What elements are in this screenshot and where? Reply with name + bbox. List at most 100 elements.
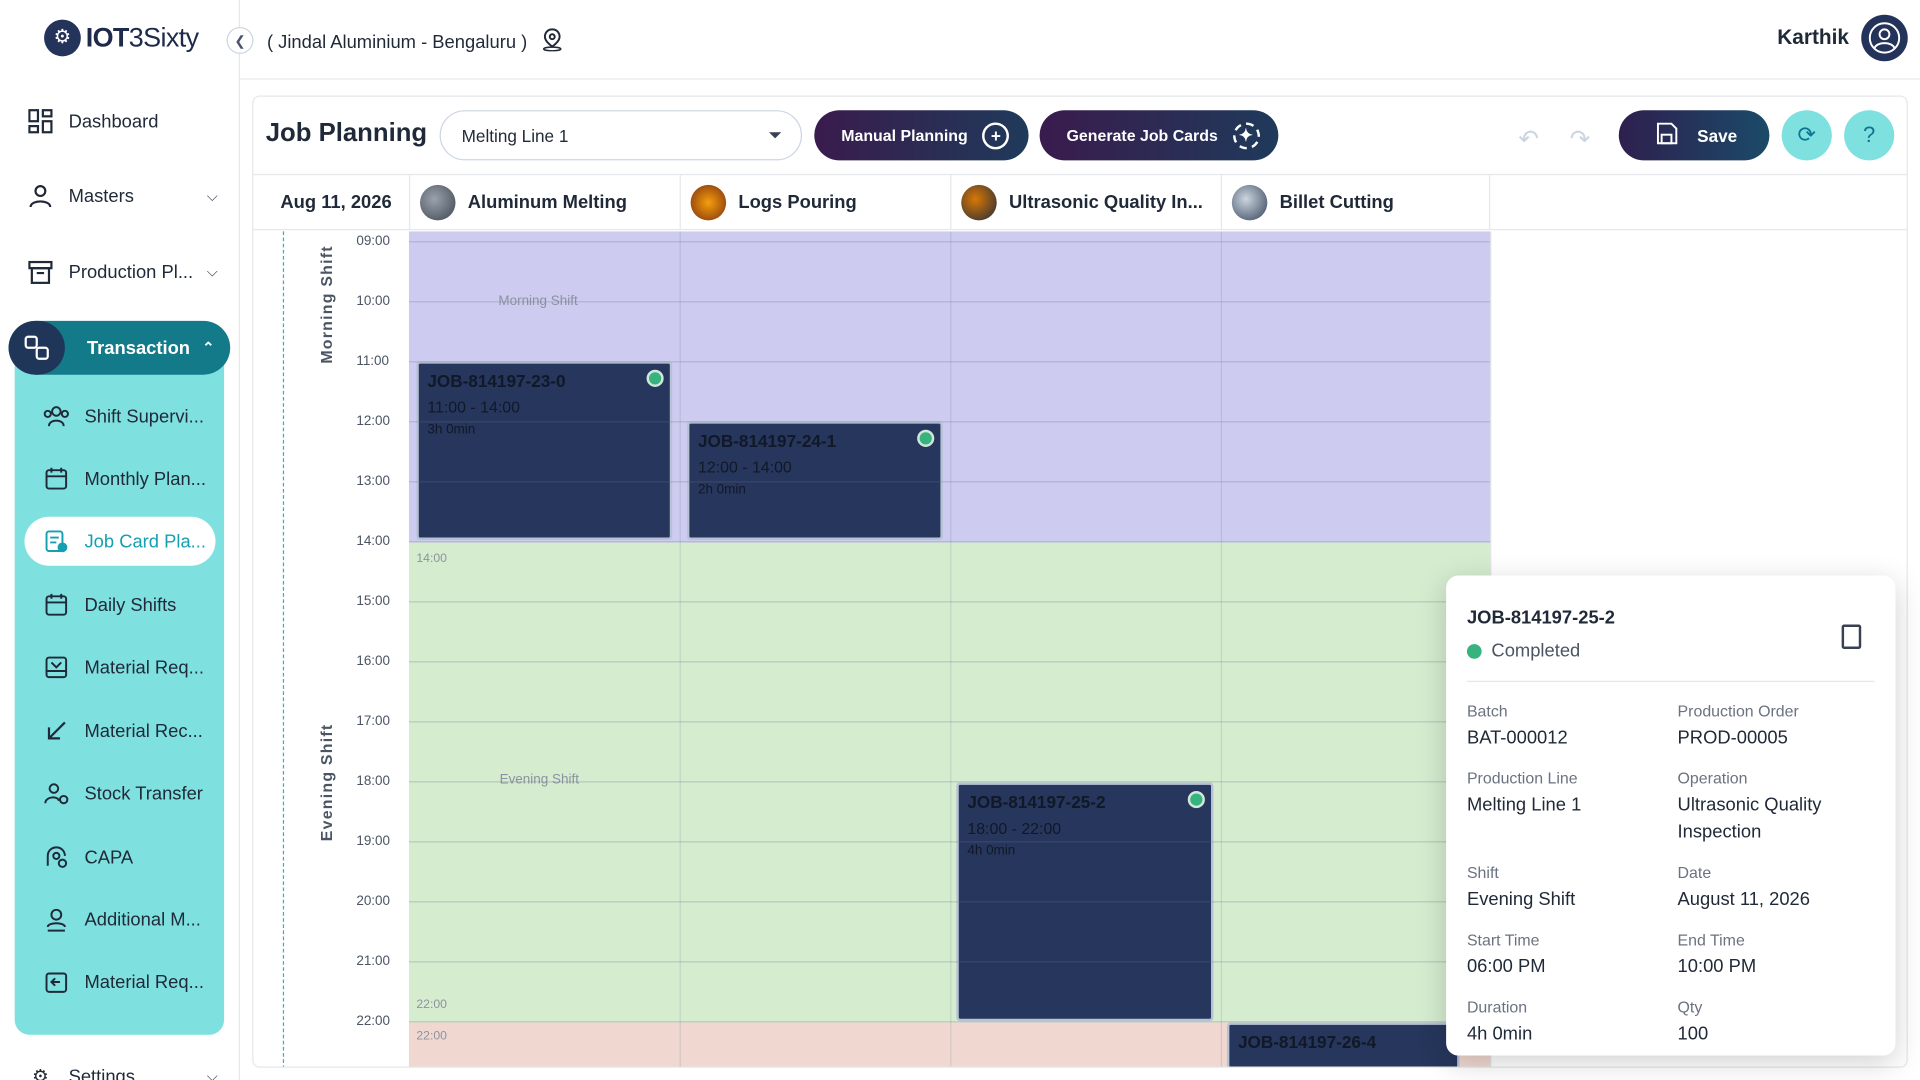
resource-header-row: Aug 11, 2026 Aluminum Melting Logs Pouri… [253, 175, 1907, 231]
capa-icon [43, 845, 70, 869]
refresh-icon: ⟳ [1797, 122, 1816, 147]
time-tick-label: 18:00 [356, 773, 391, 789]
sidebar-item-settings[interactable]: ⚙ Settings ⌵ [27, 1058, 218, 1080]
field-start-time: Start Time 06:00 PM [1466, 930, 1546, 978]
resource-ultrasonic-quality[interactable]: Ultrasonic Quality In... [950, 175, 1221, 231]
field-production-line: Production Line Melting Line 1 [1466, 768, 1582, 816]
sidebar: ⚙ IOT3Sixty Dashboard Masters ⌵ Producti… [0, 0, 241, 1080]
time-tick-label: 15:00 [356, 593, 391, 609]
time-tick-label: 13:00 [356, 473, 391, 489]
transfer-icon [43, 781, 70, 805]
arrow-down-left-icon [43, 719, 70, 743]
location-selector[interactable]: ( Jindal Aluminium - Bengaluru ) [267, 27, 564, 56]
chevron-up-icon: ⌃ [202, 339, 215, 357]
band-start-time: 22:00 [416, 1029, 447, 1044]
chevron-left-icon: ❮ [234, 33, 246, 49]
manual-planning-button[interactable]: Manual Planning + [814, 110, 1029, 161]
sidebar-item-daily-shifts[interactable]: Daily Shifts [24, 580, 215, 629]
hour-gridline [408, 901, 1491, 903]
chevron-down-icon: ⌵ [206, 1067, 218, 1080]
inbox-icon [43, 655, 70, 679]
time-tick-label: 16:00 [356, 653, 391, 669]
hour-gridline [408, 961, 1491, 963]
popover-job-id: JOB-814197-25-2 [1466, 607, 1616, 629]
job-card[interactable]: JOB-814197-23-0 11:00 - 14:00 3h 0min [416, 361, 673, 541]
person-icon [43, 907, 70, 932]
job-card[interactable]: JOB-814197-26-4 [1226, 1022, 1460, 1067]
sidebar-item-dashboard[interactable]: Dashboard [27, 103, 218, 140]
user-avatar-icon [1861, 14, 1908, 62]
refresh-button[interactable]: ⟳ [1781, 110, 1832, 161]
location-pin-icon [540, 27, 564, 56]
current-time-line [282, 231, 285, 1067]
sidebar-item-additional-material[interactable]: Additional M... [24, 895, 215, 944]
document-icon[interactable] [1841, 624, 1862, 649]
logo-gear-icon: ⚙ [44, 19, 81, 57]
sidebar-item-job-card-planning[interactable]: Job Card Pla... [24, 516, 216, 566]
user-icon [27, 182, 54, 209]
sidebar-item-monthly-planning[interactable]: Monthly Plan... [24, 454, 215, 503]
time-tick-label: 21:00 [356, 953, 391, 969]
production-line-select[interactable]: Melting Line 1 [439, 110, 803, 161]
sidebar-item-stock-transfer[interactable]: Stock Transfer [24, 769, 215, 818]
hour-gridline [408, 661, 1491, 663]
sidebar-item-material-request[interactable]: Material Req... [24, 643, 215, 692]
save-button[interactable]: Save [1618, 110, 1770, 161]
generate-job-cards-button[interactable]: Generate Job Cards ✦ [1039, 110, 1279, 161]
time-tick-label: 19:00 [356, 833, 391, 849]
column-divider [1220, 231, 1223, 1067]
status-dot-icon [646, 369, 664, 387]
band-start-time: 14:00 [416, 552, 447, 566]
field-operation: Operation Ultrasonic Quality Inspection [1677, 768, 1822, 843]
collapse-sidebar-button[interactable]: ❮ [226, 26, 254, 54]
hour-gridline [408, 421, 1491, 423]
time-tick-label: 10:00 [356, 293, 391, 309]
popover-fields: Batch BAT-000012 Production Order PROD-000… [1467, 702, 1875, 1049]
time-tick-label: 12:00 [356, 413, 391, 429]
sidebar-item-shift-supervisor[interactable]: Shift Supervi... [24, 392, 215, 441]
resource-thumbnail [420, 184, 456, 221]
chevron-down-icon: ⌵ [206, 262, 218, 280]
save-icon [1653, 120, 1680, 151]
redo-icon[interactable]: ↷ [1570, 124, 1591, 155]
field-qty: Qty 100 [1677, 997, 1709, 1045]
field-batch: Batch BAT-000012 [1466, 701, 1568, 749]
hour-gridline [408, 241, 1491, 243]
morning-shift-label: Morning Shift [317, 245, 336, 364]
field-duration: Duration 4h 0min [1466, 997, 1533, 1045]
sidebar-item-material-return[interactable]: Material Req... [24, 958, 215, 1007]
app-logo[interactable]: ⚙ IOT3Sixty [44, 19, 199, 57]
header-divider [240, 78, 1920, 80]
hour-gridline [408, 841, 1491, 843]
resource-logs-pouring[interactable]: Logs Pouring [679, 175, 951, 231]
resource-aluminum-melting[interactable]: Aluminum Melting [408, 175, 680, 231]
help-button[interactable]: ? [1844, 110, 1895, 161]
resource-thumbnail [961, 184, 997, 221]
hour-gridline [408, 1021, 1491, 1023]
time-tick-label: 20:00 [356, 893, 391, 909]
chevron-down-icon: ⌵ [206, 186, 218, 204]
sidebar-item-production-planning[interactable]: Production Pl... ⌵ [27, 253, 218, 290]
hour-gridline [408, 781, 1491, 783]
field-date: Date August 11, 2026 [1677, 863, 1810, 910]
hour-gridline [408, 601, 1491, 603]
page-title: Job Planning [265, 118, 428, 147]
calendar-icon [43, 593, 70, 617]
user-menu[interactable]: Karthik [1777, 14, 1908, 62]
hour-gridline [408, 721, 1491, 723]
status-dot-icon [1187, 791, 1205, 809]
gear-icon: ⚙ [32, 1066, 49, 1080]
undo-icon[interactable]: ↶ [1518, 124, 1539, 155]
add-circle-icon: + [982, 121, 1010, 149]
sidebar-item-material-receipt[interactable]: Material Rec... [24, 707, 215, 756]
field-shift: Shift Evening Shift [1466, 863, 1576, 910]
column-divider [679, 231, 681, 1067]
sidebar-item-masters[interactable]: Masters ⌵ [27, 178, 218, 215]
group-icon [43, 404, 70, 428]
time-tick-label: 09:00 [356, 233, 391, 249]
resource-billet-cutting[interactable]: Billet Cutting [1220, 175, 1491, 231]
schedule-date[interactable]: Aug 11, 2026 [280, 192, 391, 213]
column-divider [950, 231, 952, 1067]
sidebar-item-capa[interactable]: CAPA [24, 833, 215, 882]
sidebar-item-transaction[interactable]: Transaction ⌃ [8, 320, 231, 375]
